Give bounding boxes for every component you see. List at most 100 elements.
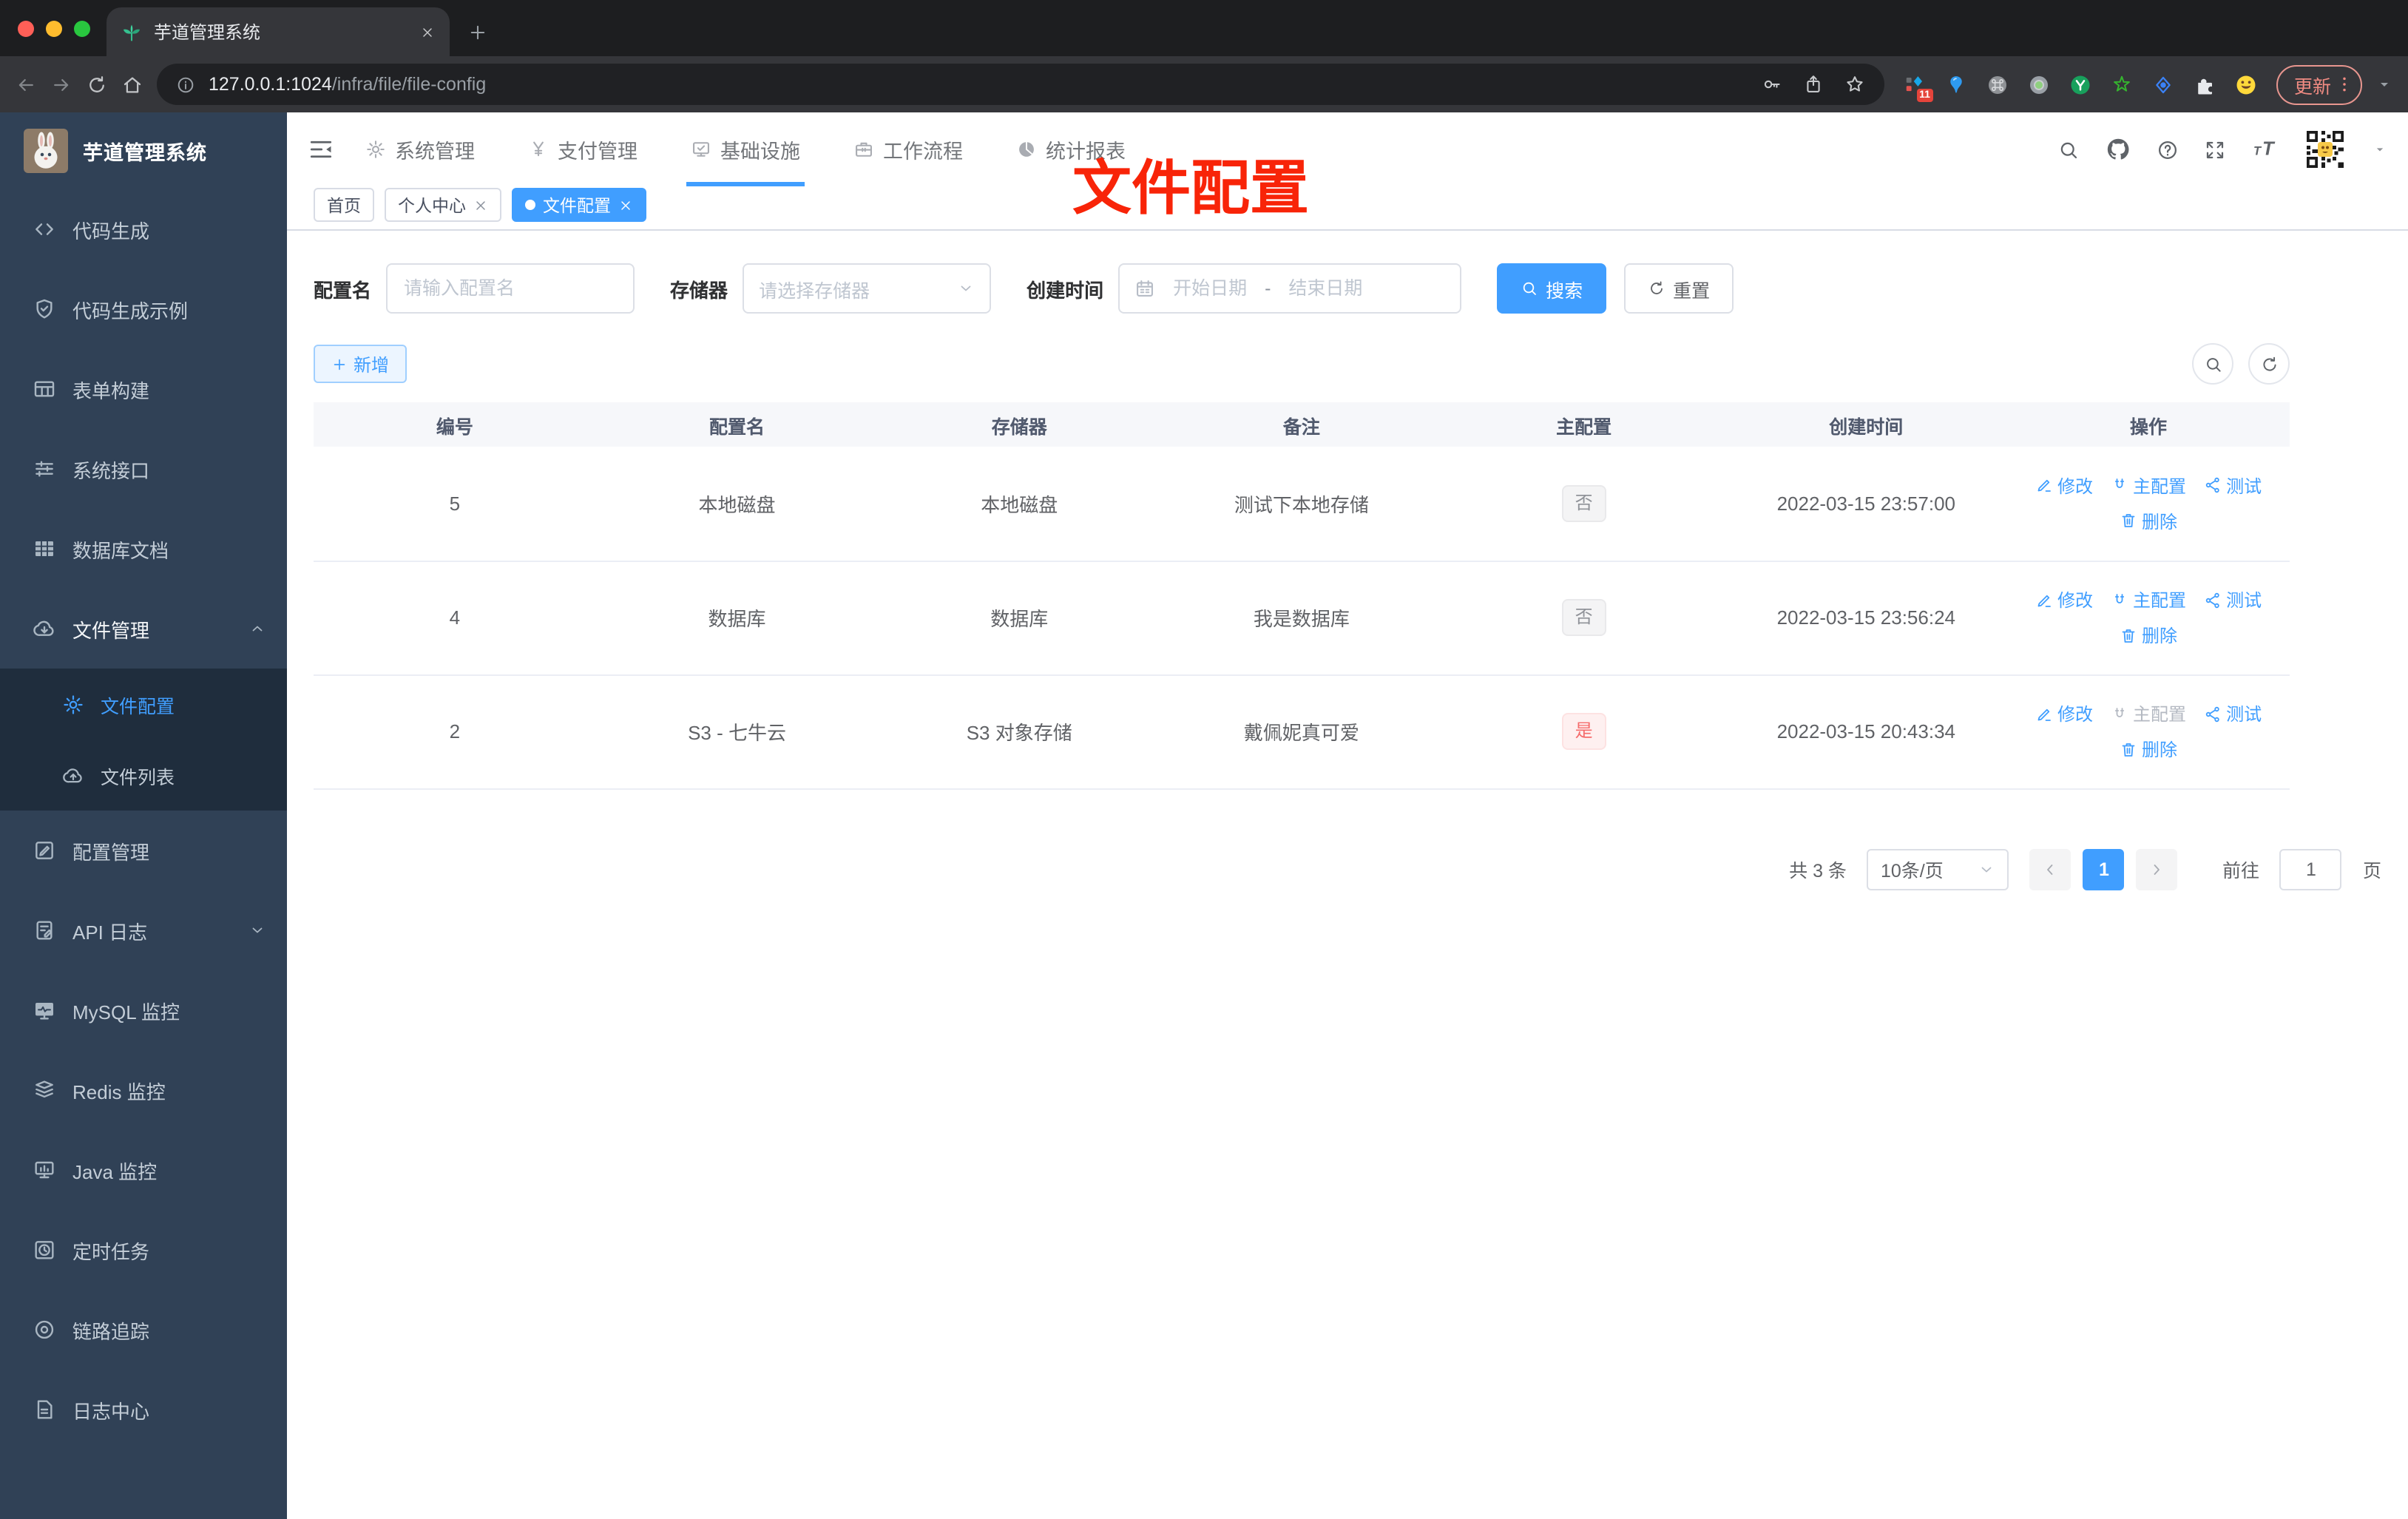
window-minimize-button[interactable]: [46, 20, 62, 36]
font-size-icon[interactable]: TT: [2251, 136, 2278, 163]
edit-link[interactable]: 修改: [2035, 701, 2093, 726]
add-button[interactable]: 新增: [314, 345, 407, 383]
extension-y-icon[interactable]: [2069, 73, 2091, 95]
cell-name: 本地磁盘: [595, 447, 879, 561]
extension-command-icon[interactable]: [1986, 73, 2009, 95]
sidebar-item-code-generate[interactable]: 代码生成: [0, 189, 287, 269]
extensions-puzzle-icon[interactable]: [2194, 73, 2216, 95]
edit-square-icon: [33, 839, 56, 862]
extension-eye-icon[interactable]: [2152, 73, 2174, 95]
close-icon[interactable]: [618, 197, 633, 212]
sidebar-item-form-builder[interactable]: 表单构建: [0, 349, 287, 429]
sidebar-toggle-icon[interactable]: [308, 136, 334, 163]
extension-dot-icon[interactable]: [2028, 73, 2050, 95]
sidebar-item-log-center[interactable]: 日志中心: [0, 1370, 287, 1449]
config-name-input[interactable]: [386, 263, 635, 314]
sidebar-item-job[interactable]: 定时任务: [0, 1210, 287, 1290]
test-link[interactable]: 测试: [2204, 473, 2262, 498]
sidebar-subitem-file-config[interactable]: 文件配置: [0, 669, 287, 740]
user-avatar[interactable]: [2303, 127, 2347, 172]
refresh-table-button[interactable]: [2248, 343, 2290, 385]
delete-link[interactable]: 删除: [2120, 623, 2177, 648]
delete-link[interactable]: 删除: [2120, 737, 2177, 762]
window-zoom-button[interactable]: [74, 20, 90, 36]
cell-remark: 测试下本地存储: [1160, 447, 1443, 561]
edit-link[interactable]: 修改: [2035, 473, 2093, 498]
address-bar[interactable]: 127.0.0.1:1024/infra/file/file-config: [157, 64, 1884, 105]
filter-form: 配置名 存储器 请选择存储器 创建时间 -: [314, 263, 2381, 314]
page-size-select[interactable]: 10条/页: [1867, 848, 2009, 890]
browser-menu-icon[interactable]: [2334, 74, 2355, 95]
share-icon[interactable]: [1803, 74, 1824, 95]
sidebar-item-mysql-monitor[interactable]: MySQL 监控: [0, 970, 287, 1050]
page-number-button[interactable]: 1: [2083, 848, 2125, 890]
search-icon[interactable]: [2057, 138, 2080, 160]
toggle-search-button[interactable]: [2192, 343, 2233, 385]
extension-star-icon[interactable]: [2111, 73, 2133, 95]
app-logo[interactable]: 芋道管理系统: [0, 112, 287, 189]
sidebar-item-trace[interactable]: 链路追踪: [0, 1290, 287, 1370]
extension-emoji-icon[interactable]: [2235, 73, 2257, 95]
sidebar-item-file-manage[interactable]: 文件管理: [0, 589, 287, 669]
test-link[interactable]: 测试: [2204, 587, 2262, 612]
sidebar-item-java-monitor[interactable]: Java 监控: [0, 1130, 287, 1210]
avatar-caret-icon[interactable]: [2373, 142, 2387, 157]
browser-update-button[interactable]: 更新: [2276, 64, 2362, 104]
extension-balloon-icon[interactable]: [1945, 73, 1967, 95]
tab-favicon-icon: [121, 21, 142, 42]
password-manager-icon[interactable]: [1762, 74, 1782, 95]
file-config-table: 编号 配置名 存储器 备注 主配置 创建时间 操作 5 本地磁盘 本地磁盘 测试下本地存储否 202…: [314, 402, 2290, 789]
delete-link[interactable]: 删除: [2120, 509, 2177, 534]
reload-button[interactable]: [86, 73, 108, 95]
annotation-overlay: 文件配置: [1072, 157, 1309, 222]
master-link[interactable]: 主配置: [2111, 473, 2186, 498]
sidebar-item-api-log[interactable]: API 日志: [0, 890, 287, 970]
date-end-input[interactable]: [1276, 278, 1375, 299]
search-button[interactable]: 搜索: [1497, 263, 1607, 314]
close-icon[interactable]: [473, 197, 488, 212]
sidebar-item-config-manage[interactable]: 配置管理: [0, 811, 287, 890]
test-link[interactable]: 测试: [2204, 701, 2262, 726]
nav-item-workflow[interactable]: 工作流程: [849, 112, 967, 186]
storage-label: 存储器: [670, 279, 728, 301]
fullscreen-icon[interactable]: [2204, 138, 2226, 160]
magnet-icon: [2111, 705, 2128, 723]
nav-item-infra[interactable]: 基础设施: [686, 112, 805, 186]
sidebar-subitem-file-list[interactable]: 文件列表: [0, 740, 287, 811]
table-row: 5 本地磁盘 本地磁盘 测试下本地存储否 2022-03-15 23:57:00 修改 主配…: [314, 447, 2290, 561]
tab-file-config[interactable]: 文件配置: [512, 188, 646, 222]
storage-select[interactable]: 请选择存储器: [743, 263, 992, 314]
tab-profile[interactable]: 个人中心: [385, 188, 501, 222]
site-info-icon[interactable]: [176, 75, 195, 94]
circle-refresh-icon: [2259, 354, 2279, 373]
master-link[interactable]: 主配置: [2111, 587, 2186, 612]
next-page-button[interactable]: [2136, 848, 2178, 890]
column-header: 创建时间: [1725, 402, 2008, 447]
back-button[interactable]: [15, 73, 37, 95]
tab-home[interactable]: 首页: [314, 188, 374, 222]
goto-page-input[interactable]: [2279, 848, 2342, 890]
bookmark-star-icon[interactable]: [1844, 74, 1865, 95]
home-button[interactable]: [121, 73, 143, 95]
edit-link[interactable]: 修改: [2035, 587, 2093, 612]
sidebar-item-db-doc[interactable]: 数据库文档: [0, 509, 287, 589]
prev-page-button[interactable]: [2029, 848, 2072, 890]
reset-button[interactable]: 重置: [1624, 263, 1734, 314]
extension-grid-icon[interactable]: 11: [1904, 73, 1933, 101]
date-range-picker[interactable]: -: [1118, 263, 1462, 314]
new-tab-button[interactable]: [467, 22, 488, 43]
github-icon[interactable]: [2105, 136, 2131, 163]
help-icon[interactable]: [2157, 138, 2179, 160]
sidebar-item-system-api[interactable]: 系统接口: [0, 429, 287, 509]
browser-tab[interactable]: 芋道管理系统: [106, 7, 450, 56]
browser-overflow-caret-icon[interactable]: [2375, 75, 2393, 93]
yen-icon: [528, 139, 549, 160]
nav-item-system[interactable]: 系统管理: [361, 112, 479, 186]
tab-close-icon[interactable]: [420, 24, 435, 39]
window-close-button[interactable]: [18, 20, 34, 36]
nav-item-pay[interactable]: 支付管理: [524, 112, 642, 186]
forward-button[interactable]: [50, 73, 72, 95]
sidebar-item-code-demo[interactable]: 代码生成示例: [0, 269, 287, 349]
date-start-input[interactable]: [1161, 278, 1259, 299]
sidebar-item-redis-monitor[interactable]: Redis 监控: [0, 1050, 287, 1130]
